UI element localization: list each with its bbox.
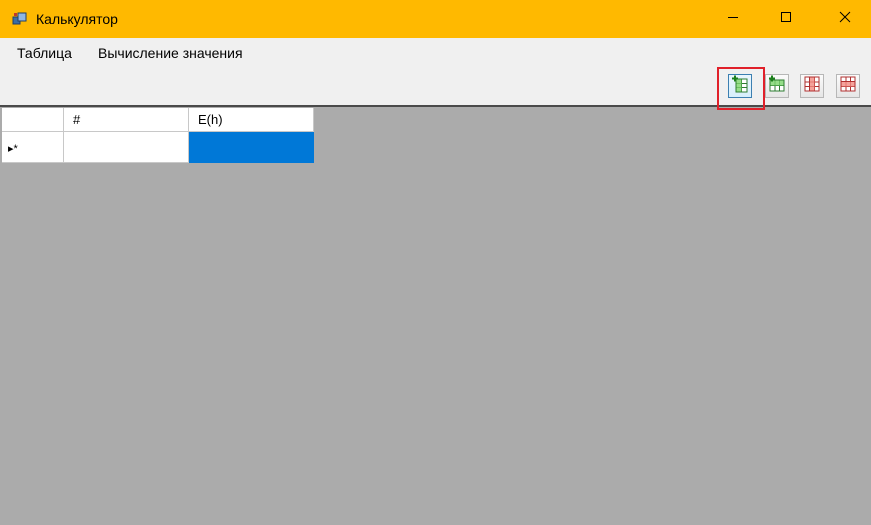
window-title: Калькулятор bbox=[36, 11, 118, 27]
add-row-icon bbox=[768, 75, 786, 98]
minimize-icon bbox=[727, 10, 739, 28]
app-window-icon bbox=[12, 11, 28, 27]
grid-cell[interactable] bbox=[64, 132, 189, 163]
grid-corner-header[interactable] bbox=[2, 108, 64, 132]
title-bar[interactable]: Калькулятор bbox=[0, 0, 871, 38]
menu-item-compute-value[interactable]: Вычисление значения bbox=[98, 45, 243, 61]
close-icon bbox=[839, 10, 851, 28]
grid-cell-selected[interactable] bbox=[189, 132, 314, 163]
column-header-energy[interactable]: E(h) bbox=[189, 108, 314, 132]
menu-bar: Таблица Вычисление значения bbox=[0, 38, 871, 67]
highlight-box bbox=[717, 67, 765, 110]
row-header-new-row[interactable]: ▸* bbox=[2, 132, 64, 163]
add-row-button[interactable] bbox=[765, 74, 789, 98]
delete-column-button[interactable] bbox=[800, 74, 824, 98]
column-header-number[interactable]: # bbox=[64, 108, 189, 132]
delete-row-button[interactable] bbox=[836, 74, 860, 98]
minimize-button[interactable] bbox=[710, 0, 756, 38]
close-button[interactable] bbox=[822, 0, 868, 38]
menu-item-table[interactable]: Таблица bbox=[17, 45, 72, 61]
delete-column-icon bbox=[803, 75, 821, 98]
maximize-icon bbox=[780, 10, 792, 28]
maximize-button[interactable] bbox=[763, 0, 809, 38]
delete-row-icon bbox=[839, 75, 857, 98]
